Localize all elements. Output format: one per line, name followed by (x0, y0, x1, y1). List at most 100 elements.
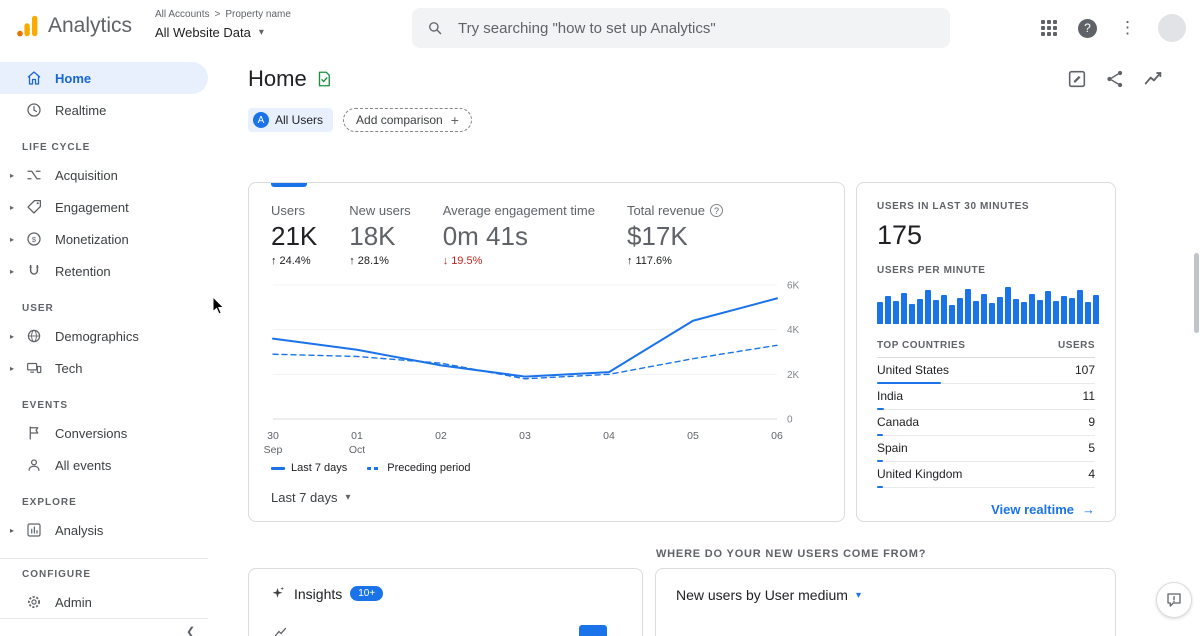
view-realtime-label: View realtime (991, 502, 1074, 517)
country-name: United Kingdom (877, 467, 963, 481)
users-per-minute-chart[interactable] (877, 284, 1101, 324)
date-range-selector[interactable]: Last 7 days ▾ (271, 490, 351, 505)
svg-text:4K: 4K (787, 325, 800, 336)
metric-value: 18K (349, 221, 396, 251)
minute-bar (1061, 296, 1067, 324)
expand-icon: ▸ (10, 266, 15, 276)
expand-icon: ▸ (10, 525, 15, 535)
acquisition-icon (27, 170, 41, 180)
help-circle-icon[interactable]: ? (710, 204, 723, 217)
delta-arrow-icon: ↑ (271, 255, 277, 267)
sidebar-item-label: Acquisition (55, 167, 118, 183)
metric-total-revenue[interactable]: Total revenue ? $17K ↑ 117.6% (627, 203, 723, 267)
minute-bar (1045, 291, 1051, 324)
metric-avg-engagement-time[interactable]: Average engagement time 0m 41s ↓ 19.5% (443, 203, 595, 267)
property-selector[interactable]: All Website Data (155, 25, 251, 41)
country-row: United States 107 (877, 358, 1095, 384)
sidebar-item-all-events[interactable]: All events (0, 449, 208, 481)
all-users-chip[interactable]: A All Users (248, 108, 334, 132)
help-glyph: ? (713, 205, 719, 216)
help-icon[interactable]: ? (1078, 18, 1097, 38)
countries-table-header: TOP COUNTRIES USERS (877, 340, 1095, 358)
add-comparison-chip[interactable]: Add comparison + (343, 108, 472, 132)
view-realtime-link[interactable]: View realtime → (877, 502, 1095, 517)
add-comparison-label: Add comparison (356, 113, 443, 127)
sidebar-footer: ❮ (0, 618, 208, 636)
scrollbar-thumb[interactable] (1194, 253, 1199, 333)
insights-sparkle-icon (272, 586, 284, 598)
all-events-icon (28, 459, 40, 471)
more-vert-icon[interactable]: ⋮ (1117, 18, 1138, 38)
share-icon[interactable] (1104, 68, 1126, 90)
metric-value: 0m 41s (442, 221, 528, 251)
sidebar-item-demographics[interactable]: ▸ Demographics (0, 320, 208, 352)
users-per-minute-label: USERS PER MINUTE (877, 265, 986, 276)
solid-line-swatch (271, 466, 285, 470)
metric-delta: ↑ 117.6% (627, 255, 723, 267)
search-input[interactable] (456, 18, 936, 38)
realtime-title: USERS IN LAST 30 MINUTES (877, 201, 1030, 212)
home-icon (27, 71, 41, 85)
metric-tabs: Users 21K ↑ 24.4% New users 18K ↑ 28.1% … (271, 203, 822, 267)
avatar[interactable] (1158, 14, 1186, 42)
audience-badge: A (253, 112, 269, 128)
new-users-dimension-selector[interactable]: New users by User medium ▾ (676, 587, 861, 603)
tech-icon (27, 362, 42, 374)
sidebar-item-admin[interactable]: Admin (0, 586, 208, 618)
metric-new-users[interactable]: New users 18K ↑ 28.1% (349, 203, 410, 267)
arrow-right-icon: → (1082, 502, 1095, 517)
minute-bar (1093, 295, 1099, 324)
sidebar-item-monetization[interactable]: ▸ $ Monetization (0, 223, 208, 255)
section-question: WHERE DO YOUR NEW USERS COME FROM? (656, 548, 927, 560)
feedback-button[interactable] (1156, 582, 1192, 618)
country-name: United States (877, 363, 950, 377)
minute-bar (909, 304, 915, 324)
search-bar[interactable] (412, 8, 950, 48)
apps-grid-icon[interactable] (1040, 19, 1058, 37)
selected-metric-indicator (271, 183, 307, 187)
breadcrumb-property[interactable]: Property name (225, 9, 291, 21)
insights-trend-icon[interactable] (1142, 68, 1164, 90)
minute-bar (1005, 287, 1011, 324)
country-users: 9 (1088, 415, 1095, 429)
x-axis-label: 05 (687, 430, 699, 442)
minute-bar (1021, 302, 1027, 324)
sidebar-section-user: USER (22, 303, 54, 314)
metric-users[interactable]: Users 21K ↑ 24.4% (271, 203, 317, 267)
country-name: Canada (877, 415, 920, 429)
expand-icon: ▸ (10, 202, 15, 212)
sidebar-item-retention[interactable]: ▸ Retention (0, 255, 208, 287)
account-switcher[interactable]: All Accounts > Property name All Website… (155, 9, 291, 41)
metric-label: Total revenue (626, 203, 705, 218)
sidebar-item-conversions[interactable]: Conversions (0, 417, 208, 449)
svg-text:2K: 2K (787, 370, 800, 381)
country-users: 5 (1088, 441, 1095, 455)
x-axis-label: 01 Oct (348, 430, 366, 456)
analytics-logo[interactable]: Analytics (14, 13, 132, 39)
svg-text:0: 0 (787, 415, 793, 425)
insights-header[interactable]: Insights 10+ (269, 585, 622, 602)
sidebar-item-home[interactable]: Home (0, 62, 208, 94)
app-name: Analytics (48, 14, 133, 37)
sidebar-item-tech[interactable]: ▸ Tech (0, 352, 208, 384)
sidebar-section-explore: EXPLORE (22, 497, 77, 508)
analytics-logo-icon (17, 15, 38, 37)
help-glyph: ? (1084, 21, 1091, 35)
insights-card: Insights 10+ (248, 568, 643, 636)
users-line-chart[interactable]: 0 2K 4K 6K (271, 279, 821, 424)
chevron-down-icon[interactable]: ▾ (259, 27, 264, 39)
customize-report-icon[interactable] (1066, 68, 1088, 90)
country-users: 107 (1074, 363, 1095, 377)
sidebar-item-realtime[interactable]: Realtime (0, 94, 208, 126)
analytics-app: Analytics All Accounts > Property name A… (0, 0, 1200, 636)
sidebar-item-engagement[interactable]: ▸ Engagement (0, 191, 208, 223)
x-axis-label: 30 Sep (263, 430, 283, 456)
breadcrumb-account[interactable]: All Accounts (155, 9, 209, 21)
sidebar-item-acquisition[interactable]: ▸ Acquisition (0, 159, 208, 191)
sidebar-item-analysis[interactable]: ▸ Analysis (0, 514, 208, 546)
insight-item-icon (274, 627, 287, 636)
search-icon (429, 22, 442, 35)
collapse-sidebar-icon[interactable]: ❮ (186, 625, 195, 636)
page-title: Home (248, 66, 307, 91)
feedback-bubble-icon (1167, 593, 1181, 607)
